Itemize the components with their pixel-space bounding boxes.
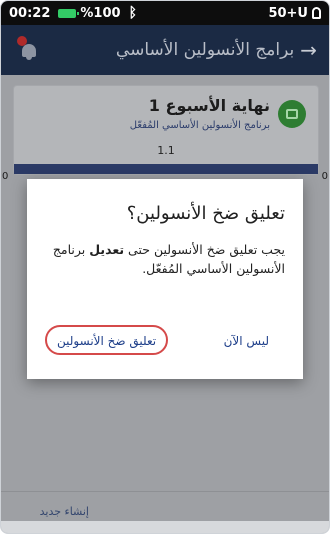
page-title: برامج الأنسولين الأساسي — [115, 40, 295, 60]
battery-percent: %100 — [80, 5, 121, 21]
card-title: نهاية الأسبوع 1 — [148, 96, 270, 115]
arrow-right-icon[interactable]: → — [300, 38, 317, 62]
basal-program-card[interactable]: نهاية الأسبوع 1 برنامج الأنسولين الأساسي… — [13, 85, 319, 175]
capsule-icon — [312, 7, 321, 19]
bluetooth-icon: ᛒ — [128, 5, 137, 21]
divider — [1, 491, 329, 492]
notifications-button[interactable] — [17, 36, 41, 62]
card-rate-value: 1.1 — [157, 144, 175, 157]
calendar-icon — [278, 100, 306, 128]
dialog-message-bold: تعديل — [89, 242, 125, 257]
status-time: 00:22 — [9, 5, 51, 21]
battery-icon — [58, 8, 80, 18]
dialog-message-prefix: يجب تعليق ضخ الأنسولين حتى — [124, 242, 285, 257]
dialog-actions: ليس الآن تعليق ضخ الأنسولين — [27, 323, 303, 359]
card-rate-bar — [14, 164, 318, 174]
create-new-link[interactable]: إنشاء جديد — [40, 505, 89, 518]
app-header: برامج الأنسولين الأساسي → — [1, 25, 329, 75]
suspend-insulin-button[interactable]: تعليق ضخ الأنسولين — [45, 325, 169, 355]
status-right-text: 50+U — [268, 5, 308, 21]
bell-icon — [22, 44, 36, 60]
phone-screen: 00:22 %100 ᛒ 50+U برامج الأنسولين الأساس… — [0, 0, 330, 534]
suspend-insulin-dialog: تعليق ضخ الأنسولين؟ يجب تعليق ضخ الأنسول… — [27, 179, 303, 379]
axis-label-left: 0 — [2, 171, 9, 182]
bottom-strip — [1, 521, 329, 533]
card-subtitle: برنامج الأنسولين الأساسي المُفعّل — [129, 120, 270, 131]
status-right: 50+U — [268, 6, 321, 21]
not-now-button[interactable]: ليس الآن — [214, 327, 279, 355]
axis-label-right: 0 — [321, 171, 328, 182]
notification-badge — [17, 36, 27, 46]
dialog-title: تعليق ضخ الأنسولين؟ — [126, 203, 285, 224]
dialog-message: يجب تعليق ضخ الأنسولين حتى تعديل برنامج … — [45, 240, 285, 278]
status-bar: 00:22 %100 ᛒ 50+U — [1, 1, 329, 25]
